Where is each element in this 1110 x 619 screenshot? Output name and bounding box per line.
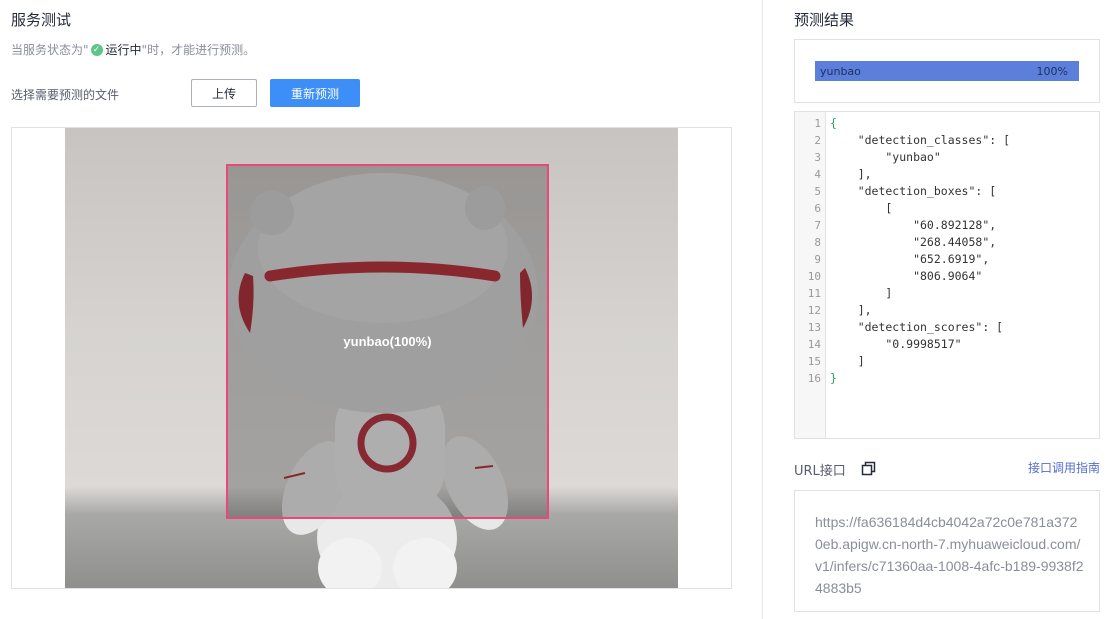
- line-number: 14: [807, 338, 821, 351]
- result-percent: 100%: [1036, 64, 1068, 78]
- code-line: "detection_scores": [: [830, 320, 1004, 334]
- result-class: yunbao: [820, 64, 861, 78]
- status-hint: 当服务状态为" ✓ 运行中 "时，才能进行预测。: [11, 41, 255, 58]
- code-line: "268.44058",: [830, 235, 997, 249]
- code-line: ],: [830, 303, 872, 317]
- copy-icon[interactable]: [861, 461, 876, 476]
- code-line: "0.9998517": [830, 337, 962, 351]
- line-number: 4: [814, 168, 821, 181]
- line-number: 9: [814, 253, 821, 266]
- code-line: {: [830, 116, 837, 130]
- code-line: "60.892128",: [830, 218, 997, 232]
- image-preview-panel: yunbao(100%): [11, 127, 732, 589]
- status-hint-prefix: 当服务状态为": [11, 43, 89, 57]
- result-score-bar: yunbao 100%: [815, 61, 1079, 81]
- code-line: ],: [830, 167, 872, 181]
- api-url-text[interactable]: https://fa636184d4cb4042a72c0e781a3720eb…: [815, 511, 1085, 599]
- detection-bounding-box: yunbao(100%): [226, 164, 549, 519]
- code-line: "detection_classes": [: [830, 133, 1011, 147]
- status-running-text: 运行中: [105, 43, 142, 57]
- api-guide-link[interactable]: 接口调用指南: [1028, 459, 1100, 476]
- line-number: 10: [807, 270, 821, 283]
- file-select-label: 选择需要预测的文件: [11, 88, 120, 102]
- repredict-button[interactable]: 重新预测: [270, 79, 360, 107]
- url-box: https://fa636184d4cb4042a72c0e781a3720eb…: [794, 490, 1100, 612]
- code-line: ]: [830, 354, 865, 368]
- line-number: 1: [814, 117, 821, 130]
- line-number: 12: [807, 304, 821, 317]
- line-number: 6: [814, 202, 821, 215]
- check-circle-icon: ✓: [90, 43, 103, 56]
- line-number: 5: [814, 185, 821, 198]
- line-number: 13: [807, 321, 821, 334]
- detection-label: yunbao(100%): [343, 334, 432, 349]
- result-summary: yunbao 100%: [794, 39, 1100, 103]
- line-number: 15: [807, 355, 821, 368]
- code-line: "yunbao": [830, 150, 941, 164]
- line-number: 3: [814, 151, 821, 164]
- json-result-viewer[interactable]: 1 2 3 4 5 6 7 8 9 10 11 12 13 14 15 16 { "detection_cla…: [794, 111, 1100, 439]
- line-number: 8: [814, 236, 821, 249]
- code-line: }: [830, 371, 837, 385]
- code-line: [: [830, 201, 893, 215]
- service-test-panel: 服务测试 当服务状态为" ✓ 运行中 "时，才能进行预测。 选择需要预测的文件 …: [0, 0, 762, 619]
- service-test-title: 服务测试: [11, 11, 72, 29]
- line-number: 11: [807, 287, 821, 300]
- status-hint-suffix: "时，才能进行预测。: [141, 43, 256, 57]
- line-number: 7: [814, 219, 821, 232]
- line-number-gutter: 1 2 3 4 5 6 7 8 9 10 11 12 13 14 15 16: [795, 112, 826, 438]
- prediction-result-title: 预测结果: [794, 11, 855, 29]
- code-line: "806.9064": [830, 269, 983, 283]
- line-number: 2: [814, 134, 821, 147]
- line-number: 16: [807, 372, 821, 385]
- test-image: yunbao(100%): [65, 128, 678, 588]
- prediction-result-panel: 预测结果 yunbao 100% 1 2 3 4 5 6 7 8 9 10 11 12 13 14 15 16…: [763, 0, 1110, 619]
- code-line: ]: [830, 286, 893, 300]
- code-line: "detection_boxes": [: [830, 184, 997, 198]
- code-line: "652.6919",: [830, 252, 990, 266]
- url-interface-label: URL接口: [794, 464, 846, 479]
- upload-button[interactable]: 上传: [191, 79, 257, 107]
